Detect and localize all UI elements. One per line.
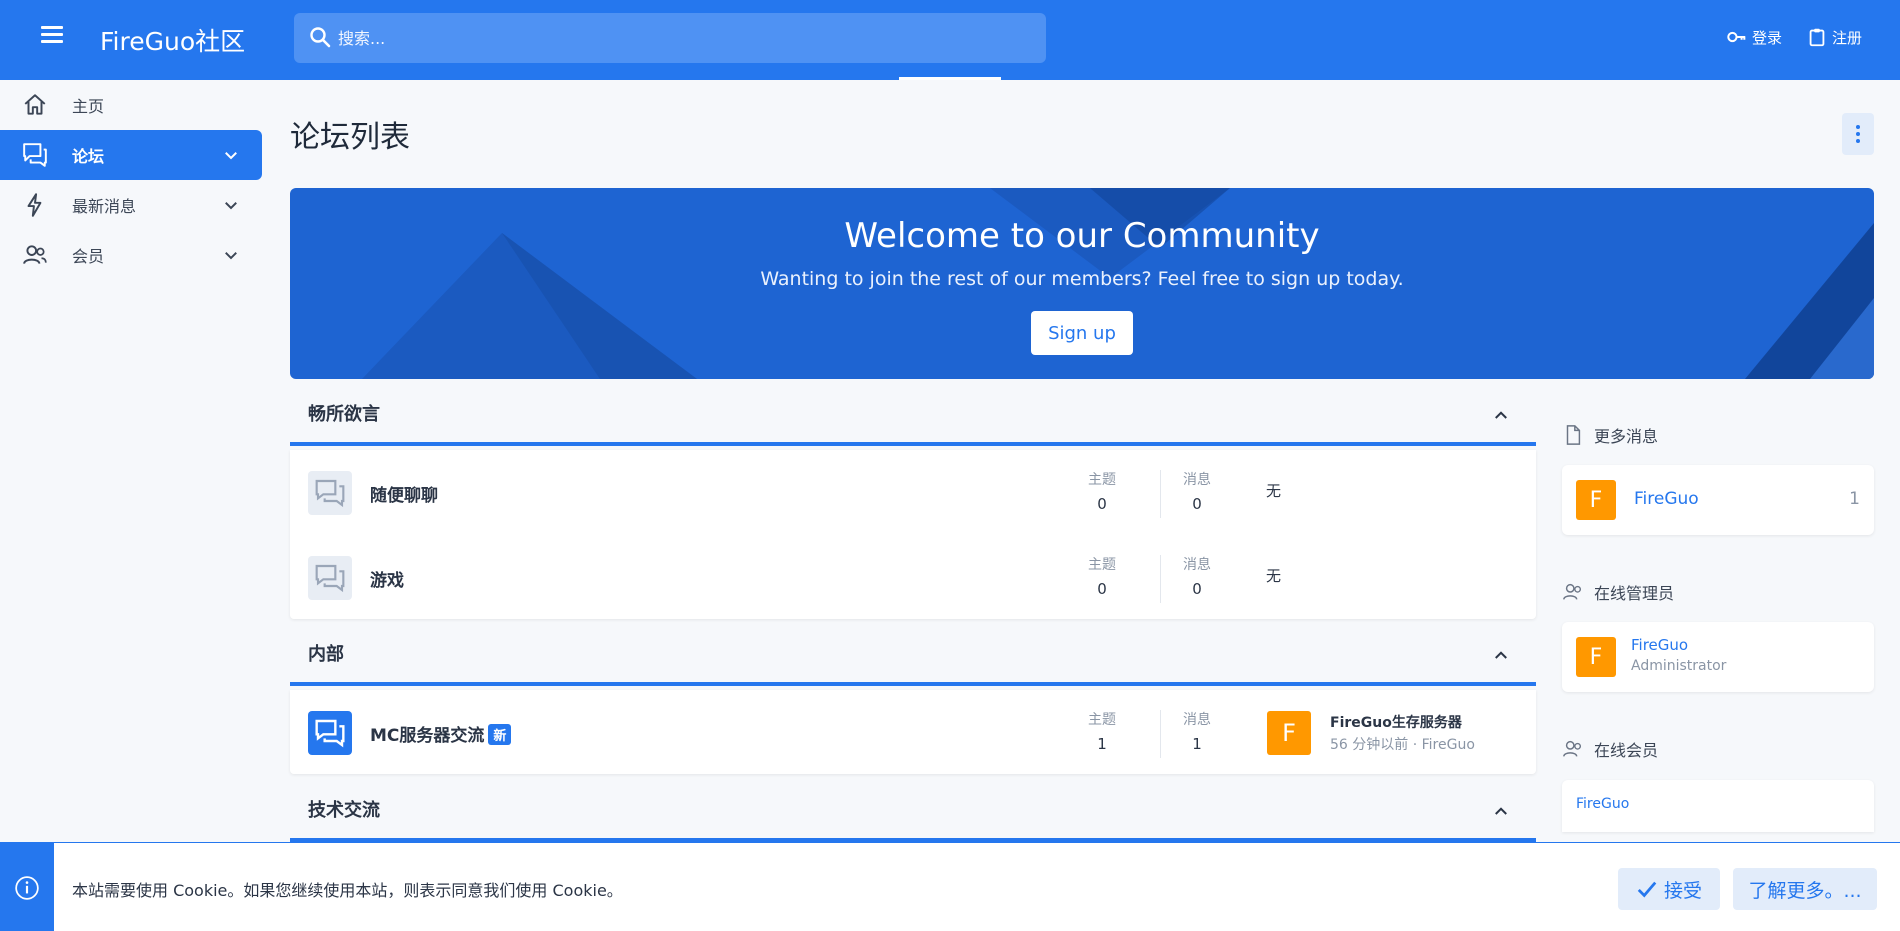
search-icon — [310, 27, 331, 48]
member-link[interactable]: FireGuo — [1576, 796, 1629, 812]
banner-subtitle: Wanting to join the rest of our members?… — [760, 268, 1404, 290]
chevron-up-icon[interactable] — [1492, 802, 1510, 820]
category-header[interactable]: 畅所欲言 — [290, 384, 1536, 446]
chevron-up-icon[interactable] — [1492, 646, 1510, 664]
sidebar-item-forums[interactable]: 论坛 — [0, 130, 262, 180]
cookie-notice-accent — [0, 843, 54, 931]
category-title: 畅所欲言 — [308, 404, 380, 425]
cookie-text: 本站需要使用 Cookie。如果您继续使用本站，则表示同意我们使用 Cookie… — [72, 881, 623, 900]
document-icon — [1566, 425, 1581, 445]
sidebar-item-label: 论坛 — [72, 147, 105, 166]
category-header[interactable]: 内部 — [290, 624, 1536, 686]
clipboard-icon — [1809, 28, 1825, 47]
staff-online-header: 在线管理员 — [1562, 580, 1674, 604]
accept-label: 接受 — [1663, 879, 1702, 902]
staff-online-title: 在线管理员 — [1594, 584, 1675, 603]
avatar[interactable]: F — [1267, 711, 1311, 755]
home-icon — [24, 94, 46, 115]
forum-icon — [308, 471, 352, 515]
divider — [1160, 555, 1161, 603]
category-title: 内部 — [308, 644, 344, 665]
sidebar-item-whats-new[interactable]: 最新消息 — [0, 180, 262, 230]
login-label: 登录 — [1752, 28, 1783, 47]
chevron-down-icon[interactable] — [222, 196, 240, 214]
sidebar: 主页 论坛 最新消息 会员 — [0, 80, 262, 280]
site-brand[interactable]: FireGuo社区 — [100, 22, 245, 58]
chevron-down-icon[interactable] — [222, 146, 240, 164]
cookie-notice: 本站需要使用 Cookie。如果您继续使用本站，则表示同意我们使用 Cookie… — [0, 842, 1900, 931]
forum-icon — [23, 143, 47, 167]
forum-unread-icon — [308, 711, 352, 755]
login-link[interactable]: 登录 — [1726, 26, 1782, 48]
thread-count: 主题 0 — [1088, 557, 1116, 598]
sidebar-item-label: 主页 — [72, 97, 105, 116]
chevron-up-icon[interactable] — [1492, 406, 1510, 424]
forum-title[interactable]: 游戏 — [370, 566, 404, 591]
key-icon — [1727, 31, 1746, 43]
forum-title[interactable]: MC服务器交流新 — [370, 721, 512, 746]
forum-title-text: MC服务器交流 — [370, 726, 485, 746]
avatar[interactable]: F — [1576, 637, 1616, 677]
message-count: 消息 0 — [1183, 557, 1211, 598]
chevron-down-icon[interactable] — [222, 246, 240, 264]
last-post-meta: 56 分钟以前 · FireGuo — [1330, 737, 1475, 753]
divider — [1160, 710, 1161, 758]
more-news-card: F FireGuo 1 — [1562, 465, 1874, 535]
users-icon — [1563, 583, 1582, 600]
users-icon — [1563, 740, 1582, 757]
page-title: 论坛列表 — [290, 120, 410, 155]
top-bar: FireGuo社区 登录 注册 — [0, 0, 1900, 80]
category-nodes: MC服务器交流新 主题 1 消息 1 F FireGuo生存服务器 56 分钟以… — [290, 690, 1536, 774]
search-box[interactable] — [294, 13, 1046, 63]
menu-icon[interactable] — [36, 22, 68, 54]
active-tab-indicator — [899, 77, 1001, 80]
sidebar-item-home[interactable]: 主页 — [0, 80, 262, 130]
more-options-button[interactable] — [1842, 113, 1874, 155]
accept-button[interactable]: 接受 — [1618, 868, 1720, 910]
last-post-none: 无 — [1266, 482, 1282, 500]
last-post-none: 无 — [1266, 567, 1282, 585]
avatar[interactable]: F — [1576, 480, 1616, 520]
forum-icon — [308, 556, 352, 600]
divider — [1160, 470, 1161, 518]
staff-online-card: F FireGuo Administrator — [1562, 622, 1874, 692]
category-title: 技术交流 — [308, 800, 380, 821]
sidebar-item-label: 最新消息 — [72, 197, 137, 216]
check-icon — [1637, 881, 1657, 898]
more-news-title: 更多消息 — [1594, 427, 1659, 446]
members-online-card: FireGuo — [1562, 780, 1874, 832]
register-label: 注册 — [1832, 28, 1863, 47]
bolt-icon — [27, 193, 42, 217]
search-input[interactable] — [338, 13, 1038, 63]
last-post-title[interactable]: FireGuo生存服务器 — [1330, 712, 1462, 732]
message-count: 1 — [1849, 489, 1860, 509]
sidebar-item-label: 会员 — [72, 247, 105, 266]
forum-title[interactable]: 随便聊聊 — [370, 481, 438, 506]
thread-count: 主题 1 — [1088, 712, 1116, 753]
welcome-banner: Welcome to our Community Wanting to join… — [290, 188, 1874, 379]
register-link[interactable]: 注册 — [1806, 26, 1862, 48]
members-online-title: 在线会员 — [1594, 741, 1659, 760]
forum-node: MC服务器交流新 主题 1 消息 1 F FireGuo生存服务器 56 分钟以… — [290, 690, 1536, 775]
users-icon — [23, 245, 47, 264]
sidebar-item-members[interactable]: 会员 — [0, 230, 262, 280]
forum-node: 随便聊聊 主题 0 消息 0 无 — [290, 450, 1536, 535]
category-nodes: 随便聊聊 主题 0 消息 0 无 游戏 主题 0 消息 0 无 — [290, 450, 1536, 619]
learn-more-label: 了解更多。... — [1748, 879, 1862, 902]
banner-title: Welcome to our Community — [844, 216, 1320, 256]
member-role: Administrator — [1631, 658, 1727, 674]
forum-node: 游戏 主题 0 消息 0 无 — [290, 535, 1536, 620]
message-count: 消息 1 — [1183, 712, 1211, 753]
signup-button[interactable]: Sign up — [1031, 311, 1133, 355]
message-count: 消息 0 — [1183, 472, 1211, 513]
members-online-header: 在线会员 — [1562, 737, 1658, 761]
member-link[interactable]: FireGuo — [1634, 489, 1699, 509]
learn-more-button[interactable]: 了解更多。... — [1733, 868, 1877, 910]
member-link[interactable]: FireGuo — [1631, 636, 1688, 654]
info-icon — [15, 875, 39, 900]
category-header[interactable]: 技术交流 — [290, 780, 1536, 842]
thread-count: 主题 0 — [1088, 472, 1116, 513]
new-badge: 新 — [488, 724, 512, 745]
more-news-header: 更多消息 — [1562, 423, 1658, 447]
